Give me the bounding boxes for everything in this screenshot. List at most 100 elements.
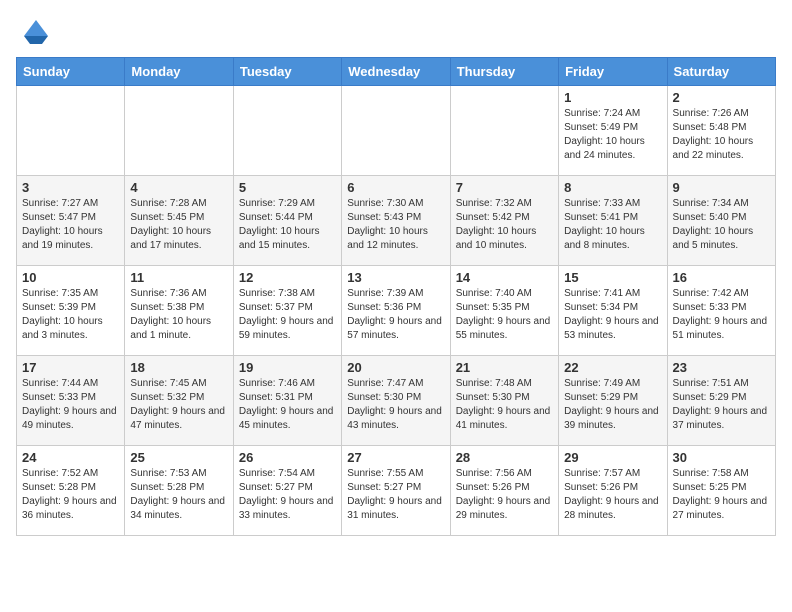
calendar-cell: 12 Sunrise: 7:38 AM Sunset: 5:37 PM Dayli… [233, 266, 341, 356]
calendar-cell: 28Sunrise: 7:56 AM Sunset: 5:26 PM Dayli… [450, 446, 558, 536]
calendar-cell [450, 86, 558, 176]
day-info: Sunrise: 7:40 AM Sunset: 5:35 PM Dayligh… [456, 287, 553, 343]
day-info: Sunrise: 7:49 AM Sunset: 5:29 PM Dayligh… [564, 377, 661, 433]
day-number: 30 [673, 450, 770, 465]
header-day: Saturday [667, 58, 775, 86]
day-info: Sunrise: 7:55 AM Sunset: 5:27 PM Dayligh… [347, 467, 444, 523]
calendar-cell: 27Sunrise: 7:55 AM Sunset: 5:27 PM Dayli… [342, 446, 450, 536]
calendar-cell: 20 Sunrise: 7:47 AM Sunset: 5:30 PM Dayli… [342, 356, 450, 446]
day-number: 10 [22, 270, 119, 285]
header-day: Tuesday [233, 58, 341, 86]
calendar-cell: 11 Sunrise: 7:36 AM Sunset: 5:38 PM Dayli… [125, 266, 233, 356]
day-number: 2 [673, 90, 770, 105]
calendar-body: 1 Sunrise: 7:24 AM Sunset: 5:49 PM Daylig… [17, 86, 776, 536]
day-info: Sunrise: 7:33 AM Sunset: 5:41 PM Dayligh… [564, 197, 661, 253]
day-info: Sunrise: 7:29 AM Sunset: 5:44 PM Dayligh… [239, 197, 336, 253]
day-number: 19 [239, 360, 336, 375]
calendar-cell: 21Sunrise: 7:48 AM Sunset: 5:30 PM Dayli… [450, 356, 558, 446]
header-day: Thursday [450, 58, 558, 86]
calendar-cell [342, 86, 450, 176]
day-info: Sunrise: 7:26 AM Sunset: 5:48 PM Dayligh… [673, 107, 770, 163]
calendar-cell: 2 Sunrise: 7:26 AM Sunset: 5:48 PM Daylig… [667, 86, 775, 176]
day-number: 16 [673, 270, 770, 285]
day-info: Sunrise: 7:36 AM Sunset: 5:38 PM Dayligh… [130, 287, 227, 343]
day-info: Sunrise: 7:32 AM Sunset: 5:42 PM Dayligh… [456, 197, 553, 253]
day-info: Sunrise: 7:44 AM Sunset: 5:33 PM Dayligh… [22, 377, 119, 433]
day-number: 13 [347, 270, 444, 285]
header-day: Monday [125, 58, 233, 86]
header-day: Sunday [17, 58, 125, 86]
day-info: Sunrise: 7:48 AM Sunset: 5:30 PM Dayligh… [456, 377, 553, 433]
calendar-cell: 5 Sunrise: 7:29 AM Sunset: 5:44 PM Daylig… [233, 176, 341, 266]
calendar-week-row: 24 Sunrise: 7:52 AM Sunset: 5:28 PM Dayli… [17, 446, 776, 536]
calendar-week-row: 3 Sunrise: 7:27 AM Sunset: 5:47 PM Daylig… [17, 176, 776, 266]
calendar-cell: 23 Sunrise: 7:51 AM Sunset: 5:29 PM Dayli… [667, 356, 775, 446]
day-info: Sunrise: 7:52 AM Sunset: 5:28 PM Dayligh… [22, 467, 119, 523]
day-number: 17 [22, 360, 119, 375]
calendar-cell: 9 Sunrise: 7:34 AM Sunset: 5:40 PM Daylig… [667, 176, 775, 266]
calendar-week-row: 1 Sunrise: 7:24 AM Sunset: 5:49 PM Daylig… [17, 86, 776, 176]
calendar-cell [233, 86, 341, 176]
calendar-table: SundayMondayTuesdayWednesdayThursdayFrid… [16, 57, 776, 536]
calendar-header: SundayMondayTuesdayWednesdayThursdayFrid… [17, 58, 776, 86]
day-number: 29 [564, 450, 661, 465]
day-number: 1 [564, 90, 661, 105]
day-number: 23 [673, 360, 770, 375]
calendar-cell: 7 Sunrise: 7:32 AM Sunset: 5:42 PM Daylig… [450, 176, 558, 266]
day-info: Sunrise: 7:39 AM Sunset: 5:36 PM Dayligh… [347, 287, 444, 343]
day-number: 20 [347, 360, 444, 375]
day-number: 4 [130, 180, 227, 195]
calendar-cell: 19 Sunrise: 7:46 AM Sunset: 5:31 PM Dayli… [233, 356, 341, 446]
calendar-cell: 17 Sunrise: 7:44 AM Sunset: 5:33 PM Dayli… [17, 356, 125, 446]
calendar-cell: 13 Sunrise: 7:39 AM Sunset: 5:36 PM Dayli… [342, 266, 450, 356]
day-number: 26 [239, 450, 336, 465]
day-number: 24 [22, 450, 119, 465]
day-number: 8 [564, 180, 661, 195]
header-day: Wednesday [342, 58, 450, 86]
day-number: 18 [130, 360, 227, 375]
day-info: Sunrise: 7:28 AM Sunset: 5:45 PM Dayligh… [130, 197, 227, 253]
page-header [16, 16, 776, 49]
day-info: Sunrise: 7:42 AM Sunset: 5:33 PM Dayligh… [673, 287, 770, 343]
day-number: 6 [347, 180, 444, 195]
day-info: Sunrise: 7:58 AM Sunset: 5:25 PM Dayligh… [673, 467, 770, 523]
calendar-cell [125, 86, 233, 176]
day-info: Sunrise: 7:47 AM Sunset: 5:30 PM Dayligh… [347, 377, 444, 433]
calendar-cell: 15Sunrise: 7:41 AM Sunset: 5:34 PM Dayli… [559, 266, 667, 356]
day-number: 14 [456, 270, 553, 285]
header-day: Friday [559, 58, 667, 86]
day-info: Sunrise: 7:45 AM Sunset: 5:32 PM Dayligh… [130, 377, 227, 433]
day-info: Sunrise: 7:56 AM Sunset: 5:26 PM Dayligh… [456, 467, 553, 523]
day-number: 12 [239, 270, 336, 285]
calendar-cell: 6 Sunrise: 7:30 AM Sunset: 5:43 PM Daylig… [342, 176, 450, 266]
day-info: Sunrise: 7:51 AM Sunset: 5:29 PM Dayligh… [673, 377, 770, 433]
day-number: 5 [239, 180, 336, 195]
calendar-cell [17, 86, 125, 176]
calendar-cell: 30 Sunrise: 7:58 AM Sunset: 5:25 PM Dayli… [667, 446, 775, 536]
day-number: 7 [456, 180, 553, 195]
day-number: 11 [130, 270, 227, 285]
calendar-cell: 18 Sunrise: 7:45 AM Sunset: 5:32 PM Dayli… [125, 356, 233, 446]
day-number: 9 [673, 180, 770, 195]
calendar-cell: 1 Sunrise: 7:24 AM Sunset: 5:49 PM Daylig… [559, 86, 667, 176]
day-info: Sunrise: 7:57 AM Sunset: 5:26 PM Dayligh… [564, 467, 661, 523]
day-info: Sunrise: 7:38 AM Sunset: 5:37 PM Dayligh… [239, 287, 336, 343]
day-info: Sunrise: 7:30 AM Sunset: 5:43 PM Dayligh… [347, 197, 444, 253]
calendar-cell: 29 Sunrise: 7:57 AM Sunset: 5:26 PM Dayli… [559, 446, 667, 536]
day-info: Sunrise: 7:34 AM Sunset: 5:40 PM Dayligh… [673, 197, 770, 253]
day-number: 22 [564, 360, 661, 375]
calendar-cell: 4 Sunrise: 7:28 AM Sunset: 5:45 PM Daylig… [125, 176, 233, 266]
day-info: Sunrise: 7:27 AM Sunset: 5:47 PM Dayligh… [22, 197, 119, 253]
day-info: Sunrise: 7:35 AM Sunset: 5:39 PM Dayligh… [22, 287, 119, 343]
header-row: SundayMondayTuesdayWednesdayThursdayFrid… [17, 58, 776, 86]
calendar-cell: 8 Sunrise: 7:33 AM Sunset: 5:41 PM Daylig… [559, 176, 667, 266]
day-number: 25 [130, 450, 227, 465]
calendar-cell: 14 Sunrise: 7:40 AM Sunset: 5:35 PM Dayli… [450, 266, 558, 356]
day-info: Sunrise: 7:53 AM Sunset: 5:28 PM Dayligh… [130, 467, 227, 523]
day-info: Sunrise: 7:41 AM Sunset: 5:34 PM Dayligh… [564, 287, 661, 343]
calendar-cell: 3 Sunrise: 7:27 AM Sunset: 5:47 PM Daylig… [17, 176, 125, 266]
calendar-cell: 25 Sunrise: 7:53 AM Sunset: 5:28 PM Dayli… [125, 446, 233, 536]
day-number: 3 [22, 180, 119, 195]
day-info: Sunrise: 7:46 AM Sunset: 5:31 PM Dayligh… [239, 377, 336, 433]
day-info: Sunrise: 7:24 AM Sunset: 5:49 PM Dayligh… [564, 107, 661, 163]
